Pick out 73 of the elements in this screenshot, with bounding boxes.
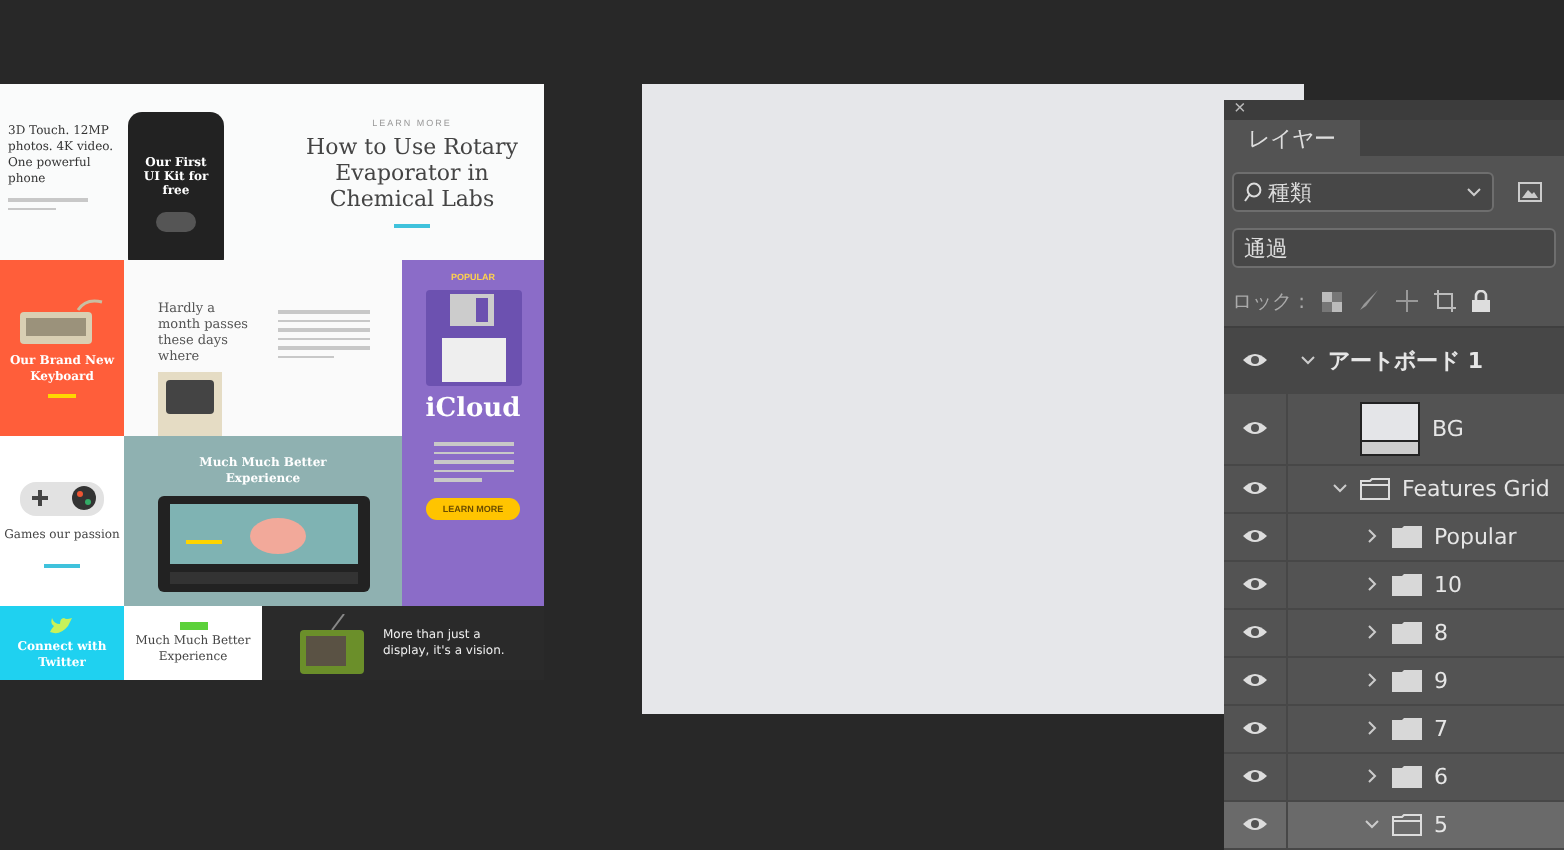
floppy-disk-drawing bbox=[425, 290, 521, 386]
eye-icon[interactable] bbox=[1242, 624, 1268, 640]
panel-tab[interactable]: レイヤー bbox=[1224, 120, 1360, 156]
bird-icon bbox=[50, 615, 74, 635]
layer-name: Popular bbox=[1434, 524, 1517, 550]
folder-icon bbox=[1392, 766, 1422, 788]
eye-icon[interactable] bbox=[1242, 480, 1268, 496]
folder-icon bbox=[1392, 814, 1422, 836]
move-icon[interactable] bbox=[1395, 290, 1418, 312]
layer-row[interactable]: 10 bbox=[1224, 562, 1564, 610]
eye-icon[interactable] bbox=[1242, 576, 1268, 592]
layer-row[interactable]: BG bbox=[1224, 394, 1564, 466]
folder-icon bbox=[1392, 526, 1422, 548]
layer-name: BG bbox=[1432, 416, 1464, 442]
layer-name: 10 bbox=[1434, 572, 1462, 598]
layer-row[interactable]: 8 bbox=[1224, 610, 1564, 658]
link-line bbox=[48, 394, 76, 398]
folder-icon bbox=[1392, 622, 1422, 644]
layer-name: 9 bbox=[1434, 668, 1448, 694]
search-icon bbox=[1244, 182, 1262, 202]
chevron-icon[interactable] bbox=[1364, 672, 1380, 688]
blend-mode-dropdown[interactable]: 通過 bbox=[1232, 228, 1556, 268]
tile-heading: How to Use Rotary Evaporator in Chemical Labs bbox=[304, 133, 520, 211]
eye-icon[interactable] bbox=[1242, 420, 1268, 436]
lock-label: ロック : bbox=[1232, 289, 1306, 315]
link-line bbox=[394, 223, 430, 227]
layer-name: 7 bbox=[1434, 716, 1448, 742]
layer-row[interactable]: Popular bbox=[1224, 514, 1564, 562]
brush-icon[interactable] bbox=[1357, 290, 1380, 312]
layer-name: 6 bbox=[1434, 764, 1448, 790]
eye-icon[interactable] bbox=[1242, 720, 1268, 736]
lock-icon[interactable] bbox=[1471, 290, 1490, 312]
text-lines-drawing bbox=[433, 442, 513, 481]
chevron-icon[interactable] bbox=[1364, 720, 1380, 736]
chevron-icon[interactable] bbox=[1466, 184, 1482, 200]
layer-name: 5 bbox=[1434, 812, 1448, 838]
television-drawing bbox=[299, 613, 363, 673]
layer-name: Features Grid bbox=[1402, 476, 1550, 502]
chevron-icon[interactable] bbox=[1300, 351, 1316, 367]
tile-title: iCloud bbox=[425, 394, 521, 424]
eye-icon[interactable] bbox=[1242, 528, 1268, 544]
layer-row[interactable]: 7 bbox=[1224, 706, 1564, 754]
layer-row[interactable]: 5 bbox=[1224, 802, 1564, 850]
folder-icon bbox=[1392, 574, 1422, 596]
eye-icon[interactable] bbox=[1242, 768, 1268, 784]
folder-icon bbox=[1360, 478, 1390, 500]
computer-drawing bbox=[158, 372, 222, 436]
eye-icon[interactable] bbox=[1242, 351, 1268, 367]
image-icon[interactable] bbox=[1518, 182, 1542, 202]
chevron-icon[interactable] bbox=[1364, 768, 1380, 784]
chevron-icon[interactable] bbox=[1364, 624, 1380, 640]
tag-label bbox=[179, 621, 207, 629]
eye-icon[interactable] bbox=[1242, 816, 1268, 832]
chevron-icon[interactable] bbox=[1364, 816, 1380, 832]
checker-icon[interactable] bbox=[1321, 291, 1342, 311]
layer-thumbnail bbox=[1360, 402, 1420, 456]
layer-row[interactable]: アートボード 1 bbox=[1224, 328, 1564, 394]
close-button[interactable]: × bbox=[1234, 100, 1246, 120]
layer-row[interactable]: Features Grid bbox=[1224, 466, 1564, 514]
eye-icon[interactable] bbox=[1242, 672, 1268, 688]
link-line bbox=[44, 563, 80, 567]
layer-name: 8 bbox=[1434, 620, 1448, 646]
chevron-icon[interactable] bbox=[1364, 576, 1380, 592]
layer-name: アートボード 1 bbox=[1328, 345, 1483, 375]
chevron-icon[interactable] bbox=[1332, 480, 1348, 496]
chevron-icon[interactable] bbox=[1364, 528, 1380, 544]
text-lines-drawing bbox=[278, 310, 370, 358]
keyboard-drawing bbox=[18, 298, 106, 346]
folder-icon bbox=[1392, 718, 1422, 740]
crop-icon[interactable] bbox=[1433, 290, 1456, 312]
layer-row[interactable]: 9 bbox=[1224, 658, 1564, 706]
filter-dropdown[interactable]: 種類 bbox=[1232, 172, 1494, 212]
folder-icon bbox=[1392, 670, 1422, 692]
